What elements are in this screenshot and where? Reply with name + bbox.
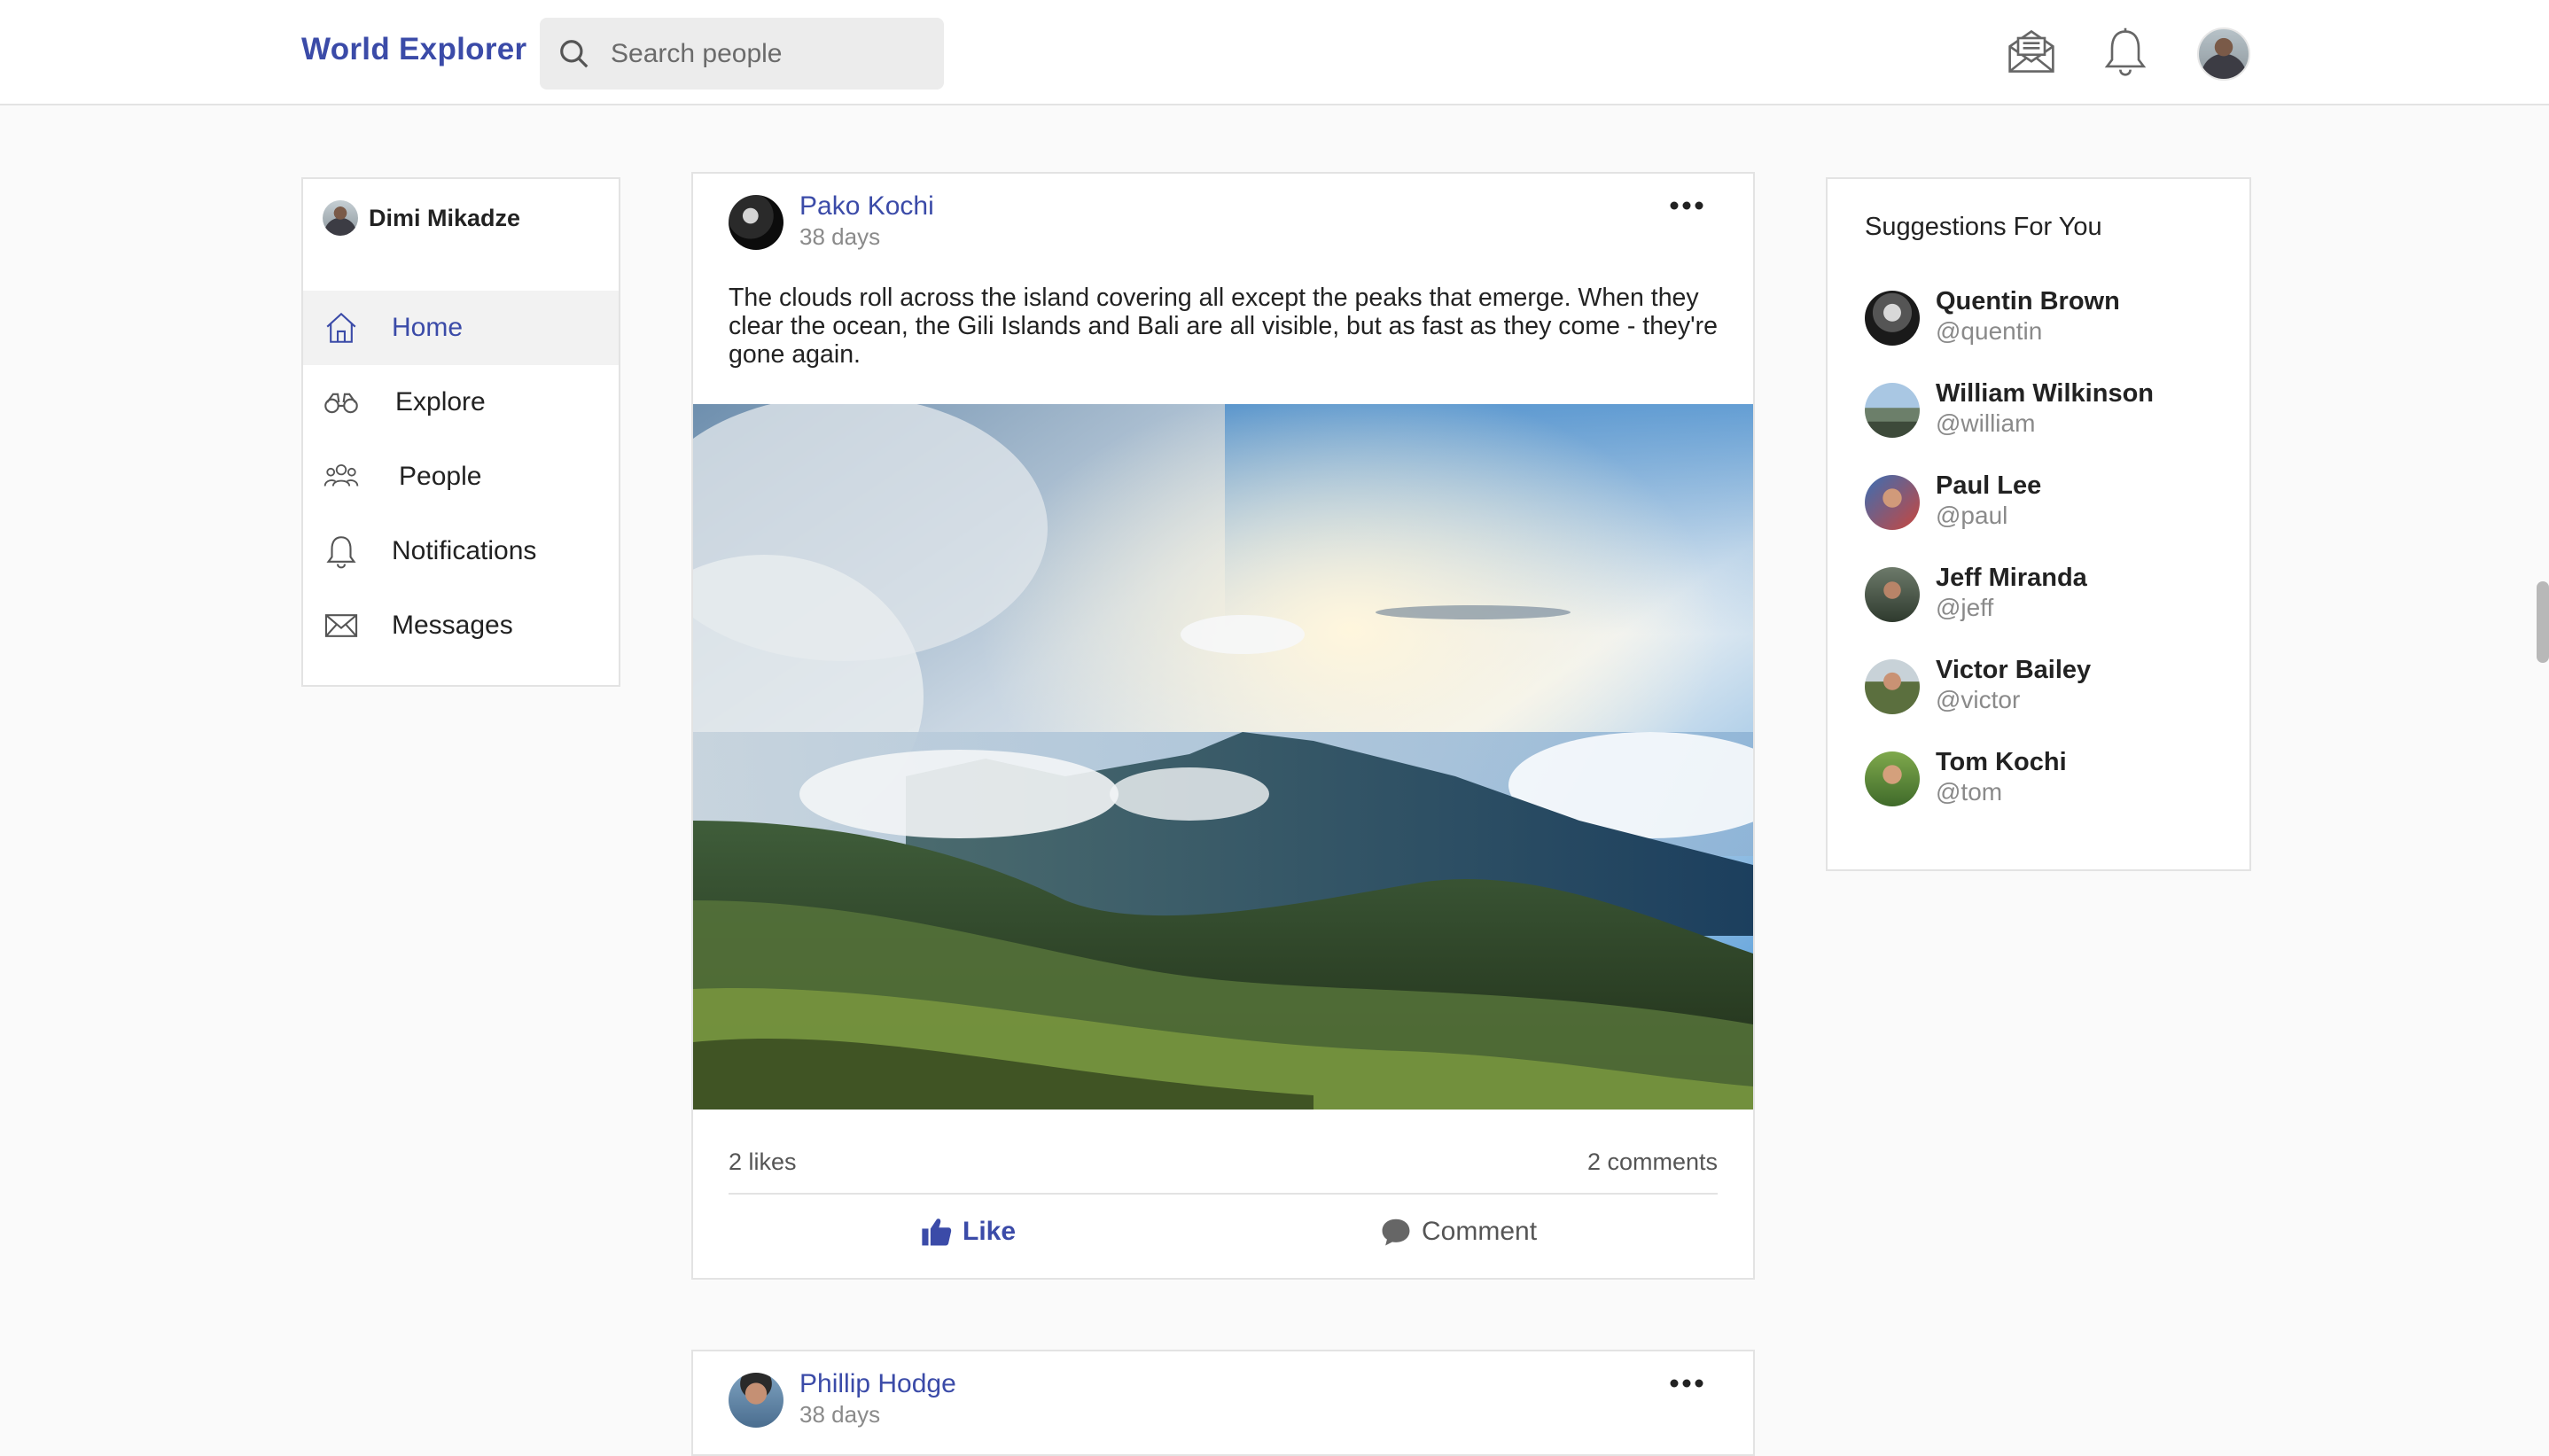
post-author[interactable]: Phillip Hodge: [799, 1369, 956, 1399]
like-label: Like: [963, 1217, 1017, 1246]
avatar[interactable]: [729, 195, 783, 250]
comment-label: Comment: [1422, 1217, 1538, 1246]
post-author[interactable]: Pako Kochi: [799, 191, 934, 222]
like-button[interactable]: Like: [920, 1205, 1016, 1258]
avatar: [1865, 751, 1920, 806]
suggestion-name: Jeff Miranda: [1936, 564, 2087, 592]
post-card: Pako Kochi 38 days The clouds roll acros…: [691, 172, 1755, 1280]
comment-bubble-icon: [1382, 1219, 1410, 1246]
sidebar-item-label: Messages: [392, 611, 513, 640]
suggestion-name: William Wilkinson: [1936, 379, 2155, 408]
avatar: [323, 200, 358, 236]
sidebar-item-explore[interactable]: Explore: [303, 365, 619, 440]
avatar: [1865, 475, 1920, 530]
post-text: The clouds roll across the island coveri…: [729, 284, 1718, 369]
suggestion-item[interactable]: Jeff Miranda @jeff: [1865, 564, 2237, 635]
thumbs-up-icon: [922, 1219, 952, 1246]
comments-count[interactable]: 2 comments: [1587, 1148, 1718, 1176]
search-bar: [540, 18, 944, 90]
post-photo[interactable]: [693, 404, 1753, 1110]
envelope-icon: [324, 614, 358, 637]
avatar: [1865, 659, 1920, 714]
post-timestamp: 38 days: [799, 223, 881, 250]
divider: [729, 1193, 1718, 1195]
suggestion-handle: @victor: [1936, 686, 2021, 713]
profile-name: Dimi Mikadze: [369, 204, 521, 231]
suggestion-handle: @jeff: [1936, 594, 1994, 621]
sidebar-item-label: People: [399, 462, 482, 491]
avatar: [1865, 291, 1920, 346]
suggestion-name: Paul Lee: [1936, 471, 2042, 500]
brand-logo[interactable]: World Explorer: [301, 32, 526, 67]
more-options-icon[interactable]: [1668, 1374, 1705, 1392]
landscape-photo: [693, 404, 1753, 1110]
user-avatar[interactable]: [2197, 27, 2250, 81]
avatar: [1865, 383, 1920, 438]
comment-button[interactable]: Comment: [1379, 1205, 1537, 1258]
left-sidebar: Dimi Mikadze Home Explore People Notific…: [301, 177, 620, 687]
sidebar-item-label: Notifications: [392, 536, 537, 565]
suggestion-handle: @paul: [1936, 502, 2008, 529]
sidebar-item-label: Explore: [395, 387, 486, 417]
suggestion-name: Quentin Brown: [1936, 287, 2120, 315]
suggestion-item[interactable]: Tom Kochi @tom: [1865, 748, 2237, 819]
suggestion-item[interactable]: Victor Bailey @victor: [1865, 656, 2237, 727]
search-icon: [560, 40, 589, 68]
suggestion-name: Tom Kochi: [1936, 748, 2067, 776]
suggestion-handle: @william: [1936, 409, 2036, 437]
sidebar-nav: Home Explore People Notifications Messag…: [303, 291, 619, 663]
envelope-open-icon[interactable]: [2005, 25, 2058, 78]
suggestion-handle: @quentin: [1936, 317, 2043, 345]
post-timestamp: 38 days: [799, 1401, 881, 1428]
suggestions-panel: Suggestions For You Quentin Brown @quent…: [1826, 177, 2251, 871]
suggestion-item[interactable]: Quentin Brown @quentin: [1865, 287, 2237, 358]
bell-icon[interactable]: [2099, 25, 2152, 78]
post-stats: 2 likes 2 comments: [729, 1148, 1718, 1184]
sidebar-item-messages[interactable]: Messages: [303, 588, 619, 663]
scrollbar[interactable]: [2537, 581, 2549, 663]
suggestion-name: Victor Bailey: [1936, 656, 2092, 684]
binoculars-icon: [324, 393, 358, 414]
bell-icon: [326, 536, 356, 569]
avatar: [1865, 567, 1920, 622]
search-input[interactable]: [611, 18, 930, 90]
suggestion-handle: @tom: [1936, 778, 2003, 806]
profile-row[interactable]: Dimi Mikadze: [323, 199, 520, 237]
more-options-icon[interactable]: [1668, 197, 1705, 214]
suggestion-item[interactable]: Paul Lee @paul: [1865, 471, 2237, 542]
likes-count[interactable]: 2 likes: [729, 1148, 797, 1176]
people-icon: [323, 463, 359, 487]
suggestion-item[interactable]: William Wilkinson @william: [1865, 379, 2237, 450]
avatar[interactable]: [729, 1373, 783, 1428]
suggestions-title: Suggestions For You: [1865, 213, 2102, 241]
home-icon: [326, 312, 356, 343]
sidebar-item-people[interactable]: People: [303, 440, 619, 514]
sidebar-item-home[interactable]: Home: [303, 291, 619, 365]
sidebar-item-notifications[interactable]: Notifications: [303, 514, 619, 588]
top-navbar: World Explorer: [0, 0, 2549, 105]
sidebar-item-label: Home: [392, 313, 464, 342]
post-card: Phillip Hodge 38 days: [691, 1350, 1755, 1456]
